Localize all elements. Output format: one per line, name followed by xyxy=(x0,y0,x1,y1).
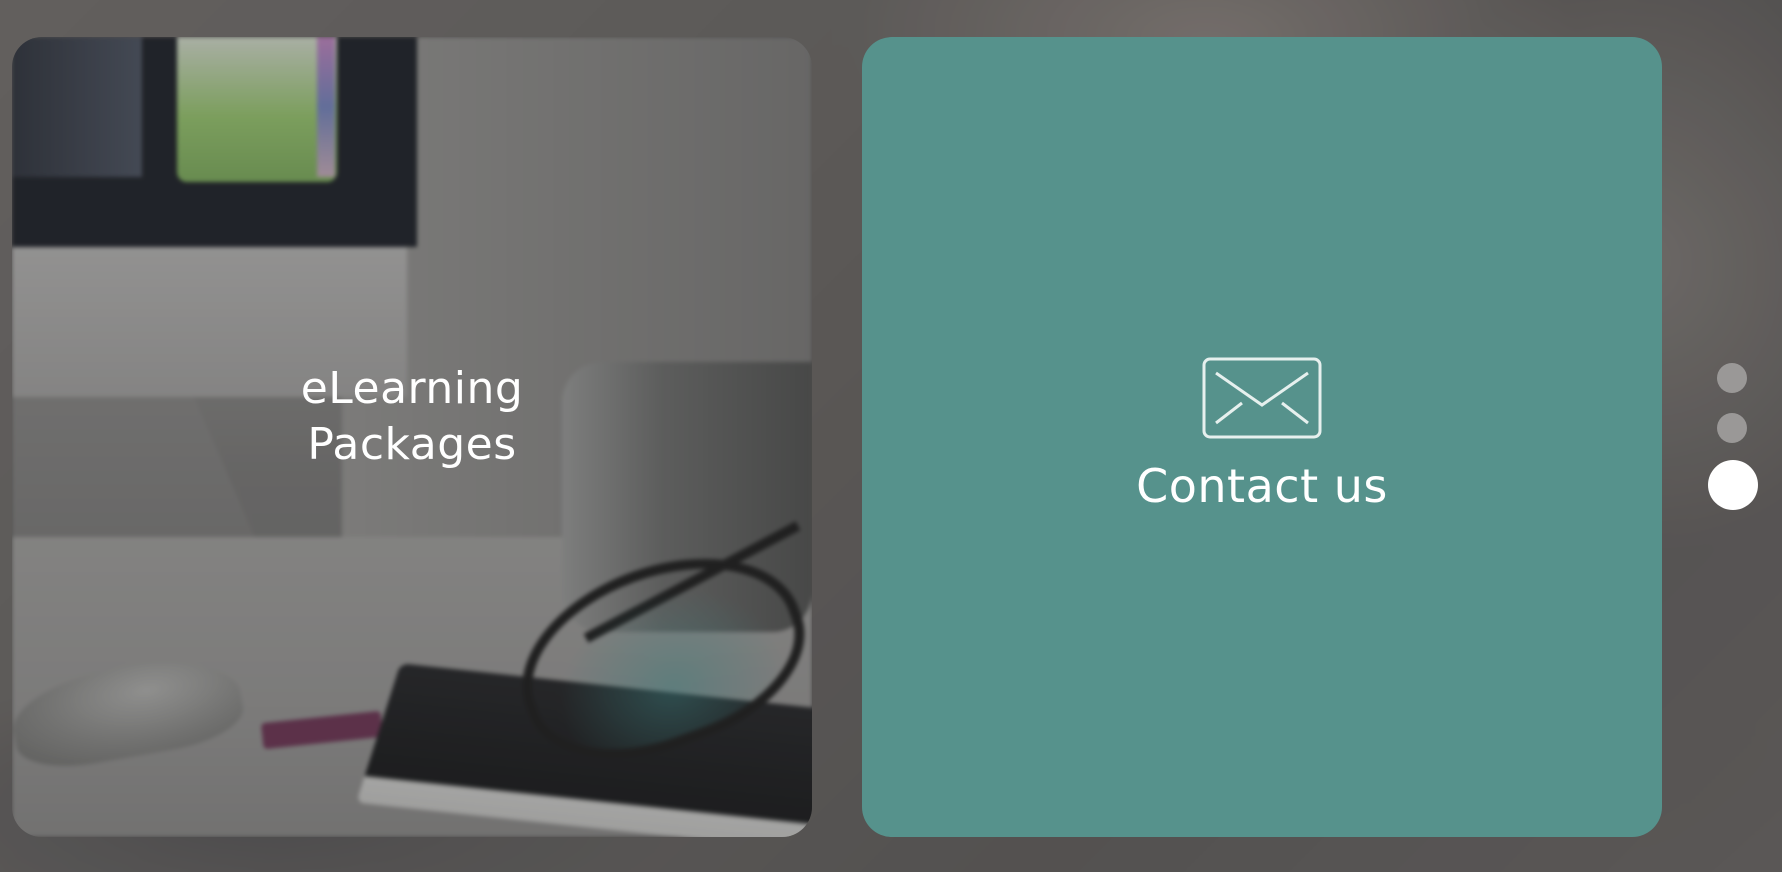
carousel-pagination xyxy=(1708,360,1758,520)
elearning-packages-label: eLearning Packages xyxy=(300,363,524,470)
elearning-packages-tile[interactable]: eLearning Packages xyxy=(12,37,812,837)
envelope-icon xyxy=(1202,357,1322,439)
contact-us-tile[interactable]: Contact us xyxy=(862,37,1662,837)
pagination-dot-3-active[interactable] xyxy=(1708,460,1758,510)
pagination-dot-1[interactable] xyxy=(1717,363,1747,393)
pagination-dot-2[interactable] xyxy=(1717,413,1747,443)
contact-us-label: Contact us xyxy=(1136,459,1388,513)
page: eLearning Packages Contact us xyxy=(0,0,1782,872)
